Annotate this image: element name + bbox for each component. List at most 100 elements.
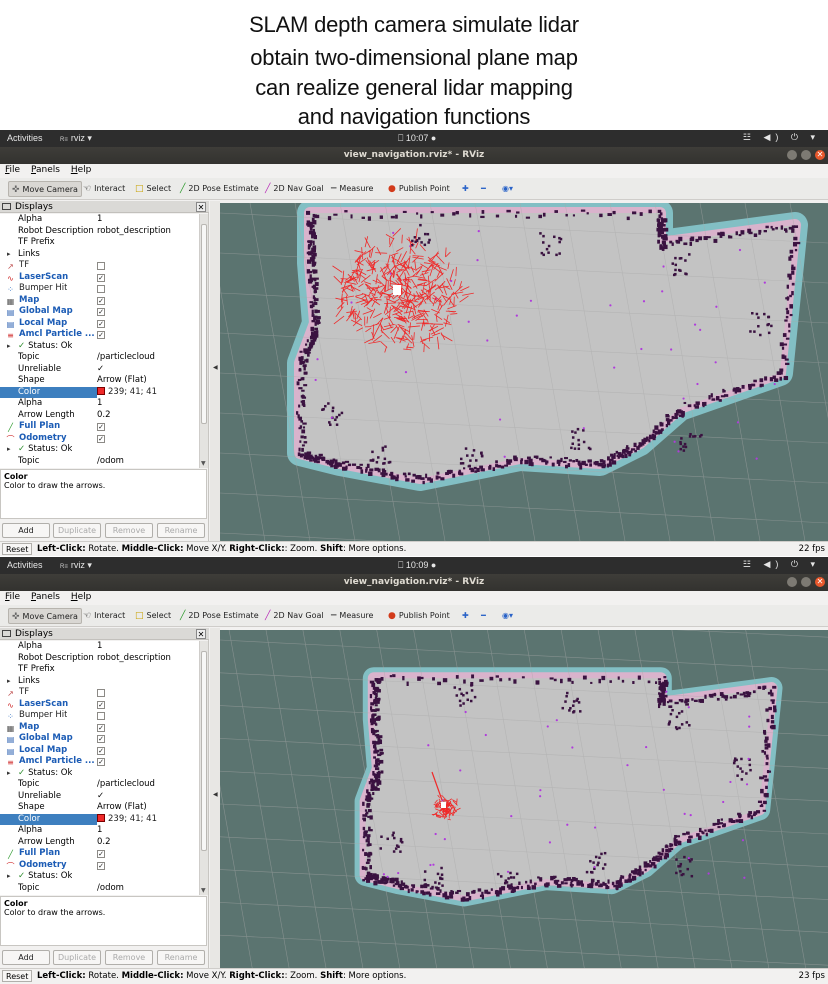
- tool-select[interactable]: □ Select: [132, 181, 174, 197]
- activities-button[interactable]: Activities: [7, 133, 43, 143]
- scroll-down-arrow[interactable]: ▼: [201, 887, 206, 894]
- row-value-cell[interactable]: Arrow (Flat): [97, 802, 147, 814]
- display-item[interactable]: ▦ Map ✓: [0, 295, 199, 307]
- add-tool-button[interactable]: ✚: [459, 181, 472, 197]
- close-panel-button[interactable]: ✕: [196, 629, 206, 639]
- expand-arrow-icon[interactable]: ▸: [7, 341, 11, 353]
- row-value-cell[interactable]: /particlecloud: [97, 779, 155, 791]
- 3d-viewport[interactable]: [220, 203, 828, 541]
- tool-select[interactable]: □ Select: [132, 608, 174, 624]
- color-swatch[interactable]: [97, 386, 105, 395]
- property-row[interactable]: Color 239; 41; 41: [0, 386, 199, 398]
- menu-file[interactable]: File: [2, 591, 23, 603]
- property-row[interactable]: Robot Description robot_description: [0, 226, 199, 238]
- row-value-cell[interactable]: 239; 41; 41: [97, 386, 199, 398]
- row-value-cell[interactable]: /odom: [97, 456, 124, 468]
- scroll-down-arrow[interactable]: ▼: [201, 460, 206, 467]
- row-value-cell[interactable]: 1: [97, 641, 102, 653]
- tool-move-camera[interactable]: ✜ Move Camera: [8, 181, 82, 197]
- property-row[interactable]: Alpha 1: [0, 214, 199, 226]
- system-tray[interactable]: ☳ ◀) ⏻ ▾: [743, 132, 820, 143]
- enable-checkbox[interactable]: ✓: [97, 746, 105, 755]
- 3d-viewport[interactable]: [220, 630, 828, 968]
- menu-file[interactable]: File: [2, 164, 23, 176]
- display-item[interactable]: ⁘ Bumper Hit: [0, 283, 199, 295]
- remove-tool-button[interactable]: ━: [478, 608, 489, 624]
- row-value-cell[interactable]: 1: [97, 825, 102, 837]
- enable-checkbox[interactable]: ✓: [97, 296, 105, 305]
- rename-button[interactable]: Rename: [157, 523, 205, 538]
- rename-button[interactable]: Rename: [157, 950, 205, 965]
- tool-publish-point[interactable]: ● Publish Point: [385, 608, 453, 624]
- menu-panels[interactable]: Panels: [28, 591, 63, 603]
- tree-scrollbar[interactable]: ▼: [199, 214, 208, 468]
- collapse-arrow-icon[interactable]: ◀: [213, 791, 218, 798]
- maximize-button[interactable]: [800, 150, 811, 160]
- enable-checkbox[interactable]: [97, 712, 105, 720]
- enable-checkbox[interactable]: ✓: [97, 319, 105, 328]
- close-window-button[interactable]: ✕: [815, 150, 825, 160]
- app-menu[interactable]: R≡ rviz ▾: [60, 133, 92, 144]
- enable-checkbox[interactable]: ✓: [97, 308, 105, 316]
- enable-checkbox[interactable]: ✓: [97, 273, 105, 282]
- property-row[interactable]: ▸ ✓ Status: Ok: [0, 341, 199, 353]
- minimize-button[interactable]: [786, 150, 797, 160]
- property-row[interactable]: Shape Arrow (Flat): [0, 802, 199, 814]
- enable-checkbox[interactable]: ✓: [97, 850, 105, 858]
- display-item[interactable]: ╱ Full Plan ✓: [0, 848, 199, 860]
- property-row[interactable]: TF Prefix: [0, 664, 199, 676]
- display-item[interactable]: ≡ Amcl Particle ... ✓: [0, 329, 199, 341]
- display-item[interactable]: ▦ Map ✓: [0, 722, 199, 734]
- property-row[interactable]: Alpha 1: [0, 398, 199, 410]
- row-value-cell[interactable]: /particlecloud: [97, 352, 155, 364]
- display-item[interactable]: ▤ Global Map ✓: [0, 306, 199, 318]
- property-row[interactable]: Unreliable ✓: [0, 791, 199, 803]
- clock[interactable]: ⎕ 10:09 ●: [398, 560, 436, 571]
- enable-checkbox[interactable]: [97, 262, 105, 270]
- clock[interactable]: ⎕ 10:07 ●: [398, 133, 436, 144]
- reset-button[interactable]: Reset: [2, 543, 33, 555]
- property-row[interactable]: TF Prefix: [0, 237, 199, 249]
- enable-checkbox[interactable]: ✓: [97, 423, 105, 431]
- enable-checkbox[interactable]: ✓: [97, 758, 105, 766]
- enable-checkbox[interactable]: ✓: [97, 723, 105, 732]
- menu-panels[interactable]: Panels: [28, 164, 63, 176]
- display-item[interactable]: ⌒ Odometry ✓: [0, 860, 199, 872]
- property-row[interactable]: Alpha 1: [0, 641, 199, 653]
- tool-2d-pose-estimate[interactable]: ╱ 2D Pose Estimate: [177, 181, 262, 197]
- row-value-cell[interactable]: 0.2: [97, 410, 111, 422]
- display-item[interactable]: ∿ LaserScan ✓: [0, 699, 199, 711]
- property-row[interactable]: ▸ ✓ Status: Ok: [0, 444, 199, 456]
- tool-interact[interactable]: ☜ Interact: [80, 181, 128, 197]
- remove-button[interactable]: Remove: [105, 523, 153, 538]
- property-row[interactable]: Arrow Length 0.2: [0, 410, 199, 422]
- remove-tool-button[interactable]: ━: [478, 181, 489, 197]
- enable-checkbox[interactable]: [97, 689, 105, 697]
- property-row[interactable]: Color 239; 41; 41: [0, 813, 199, 825]
- property-row[interactable]: Unreliable ✓: [0, 364, 199, 376]
- tool-measure[interactable]: ━ Measure: [328, 608, 376, 624]
- tool-interact[interactable]: ☜ Interact: [80, 608, 128, 624]
- expand-arrow-icon[interactable]: ▸: [7, 676, 11, 688]
- property-row[interactable]: ▸ Links: [0, 249, 199, 261]
- view-options-button[interactable]: ◉▾: [499, 608, 516, 624]
- expand-arrow-icon[interactable]: ▸: [7, 871, 11, 883]
- property-row[interactable]: ▸ ✓ Status: Ok: [0, 768, 199, 780]
- activities-button[interactable]: Activities: [7, 560, 43, 570]
- scrollbar-thumb[interactable]: [201, 651, 207, 851]
- add-tool-button[interactable]: ✚: [459, 608, 472, 624]
- property-row[interactable]: ▸ Links: [0, 676, 199, 688]
- tool-2d-nav-goal[interactable]: ╱ 2D Nav Goal: [262, 608, 327, 624]
- tool-measure[interactable]: ━ Measure: [328, 181, 376, 197]
- display-item[interactable]: ╱ Full Plan ✓: [0, 421, 199, 433]
- property-row[interactable]: Alpha 1: [0, 825, 199, 837]
- enable-checkbox[interactable]: [97, 285, 105, 293]
- duplicate-button[interactable]: Duplicate: [53, 950, 101, 965]
- display-item[interactable]: ∿ LaserScan ✓: [0, 272, 199, 284]
- add-button[interactable]: Add: [2, 950, 50, 965]
- scrollbar-thumb[interactable]: [201, 224, 207, 424]
- color-swatch[interactable]: [97, 813, 105, 822]
- tool-move-camera[interactable]: ✜ Move Camera: [8, 608, 82, 624]
- menu-help[interactable]: Help: [68, 591, 95, 603]
- row-value-cell[interactable]: 0.2: [97, 837, 111, 849]
